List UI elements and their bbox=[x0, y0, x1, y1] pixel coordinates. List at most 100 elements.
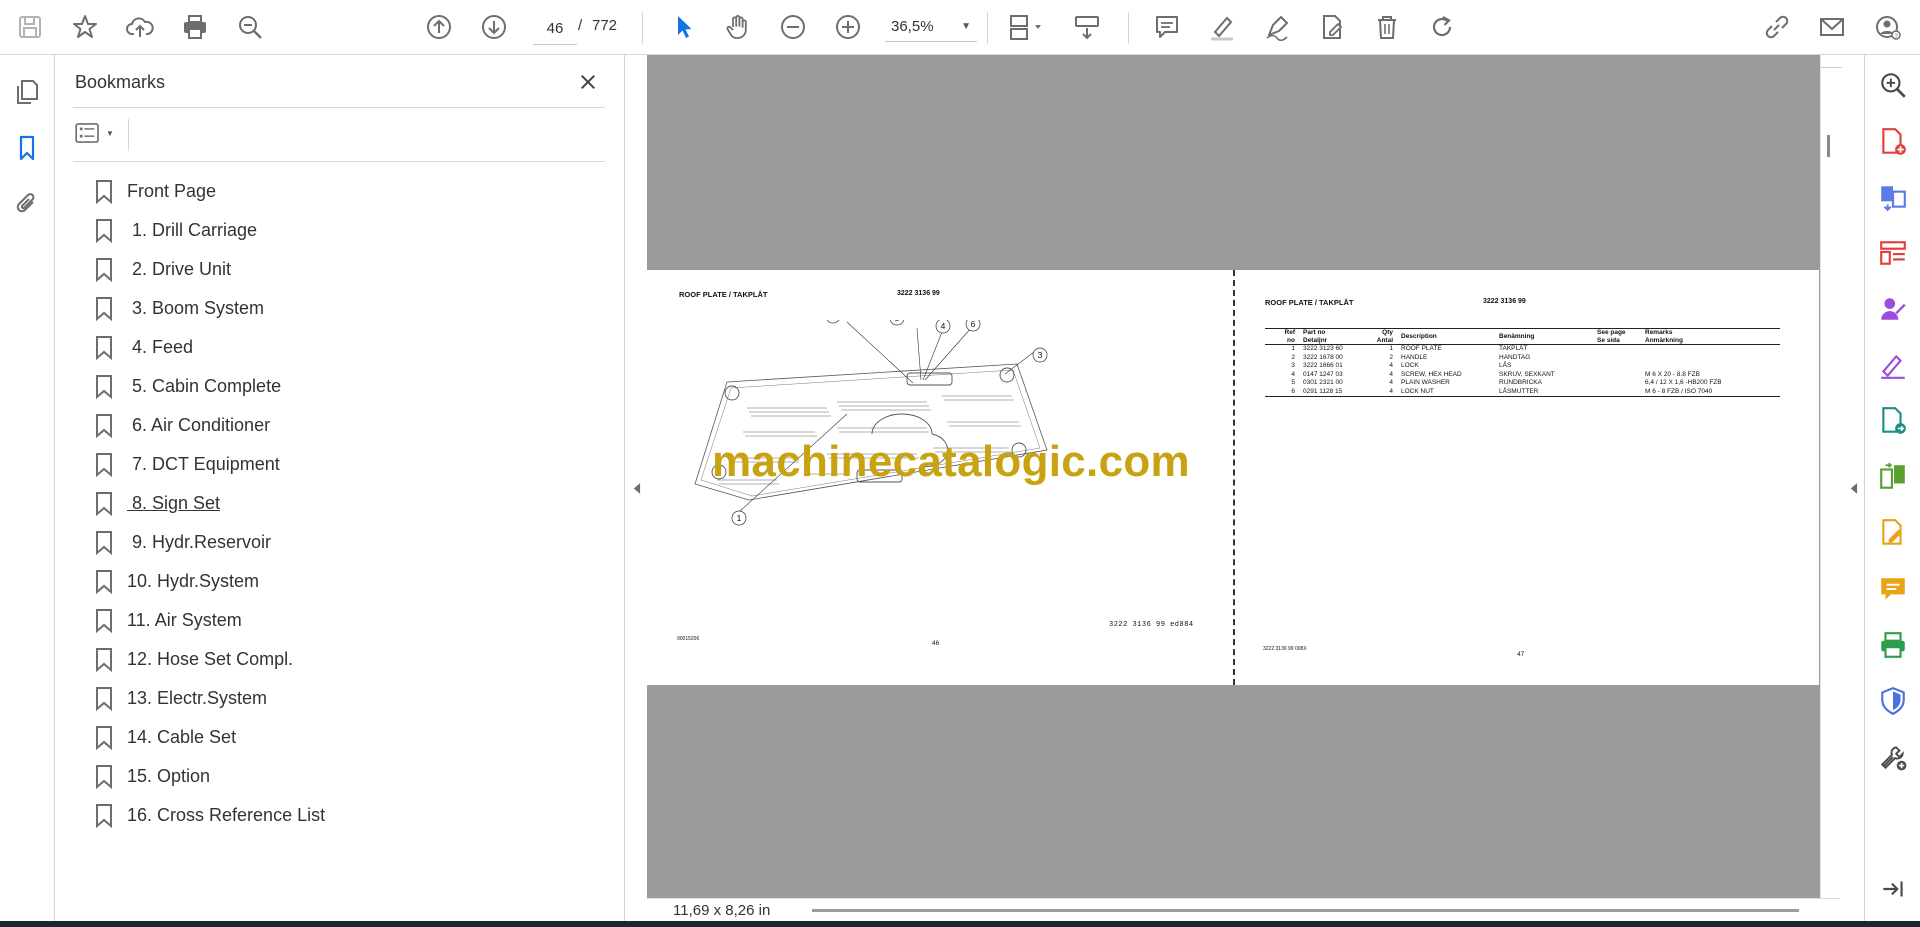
collapse-right-panel-icon[interactable] bbox=[1842, 470, 1864, 506]
more-tools-icon[interactable] bbox=[1877, 741, 1909, 773]
collapse-left-panel-icon[interactable] bbox=[625, 470, 647, 506]
bookmark-item[interactable]: 8. Sign Set bbox=[95, 484, 595, 523]
previous-page-icon[interactable] bbox=[420, 8, 458, 46]
bookmark-item[interactable]: 14. Cable Set bbox=[95, 718, 595, 757]
column-header-label: See page bbox=[1597, 329, 1626, 336]
protect-shield-icon[interactable] bbox=[1877, 685, 1909, 717]
zoom-out-icon[interactable] bbox=[774, 8, 812, 46]
account-icon[interactable]: ? bbox=[1869, 8, 1907, 46]
bookmark-item[interactable]: 2. Drive Unit bbox=[95, 250, 595, 289]
table-cell: 1 bbox=[1291, 345, 1295, 352]
table-cell: SKRUV, SEXKANT bbox=[1499, 370, 1555, 378]
scrollbar-thumb[interactable] bbox=[1827, 135, 1830, 157]
table-cell: TAKPLÅT bbox=[1499, 345, 1528, 352]
rotate-icon[interactable] bbox=[1423, 8, 1461, 46]
page-footer-code: 3222 3136 99 008X bbox=[1263, 646, 1307, 652]
fill-sign-icon[interactable] bbox=[1877, 349, 1909, 381]
attachments-paperclip-icon[interactable] bbox=[11, 188, 43, 220]
zoom-value: 36,5% bbox=[891, 18, 934, 35]
cloud-upload-icon[interactable] bbox=[121, 8, 159, 46]
close-icon[interactable] bbox=[575, 69, 601, 95]
bookmarks-panel-icon[interactable] bbox=[11, 132, 43, 164]
request-signatures-icon[interactable] bbox=[1877, 293, 1909, 325]
bookmark-label: Front Page bbox=[127, 181, 217, 201]
vertical-scrollbar[interactable] bbox=[1820, 55, 1842, 898]
bookmark-label: 11. Air System bbox=[127, 610, 242, 630]
bookmark-item[interactable]: 3. Boom System bbox=[95, 289, 595, 328]
page-thumbnails-icon[interactable] bbox=[11, 76, 43, 108]
bookmark-item[interactable]: 13. Electr.System bbox=[95, 679, 595, 718]
delete-trash-icon[interactable] bbox=[1368, 8, 1406, 46]
page-number: 46 bbox=[932, 640, 940, 647]
share-link-icon[interactable] bbox=[1757, 8, 1795, 46]
next-page-icon[interactable] bbox=[475, 8, 513, 46]
page-footer-code: 90015206 bbox=[677, 636, 700, 642]
comment-icon[interactable] bbox=[1148, 8, 1186, 46]
bookmark-label: 12. Hose Set Compl. bbox=[127, 649, 294, 669]
bookmark-item[interactable]: 1. Drill Carriage bbox=[95, 211, 595, 250]
zoom-search-icon[interactable] bbox=[1877, 69, 1909, 101]
email-icon[interactable] bbox=[1813, 8, 1851, 46]
horizontal-scrollbar[interactable] bbox=[812, 909, 1799, 912]
column-header-label: Part no bbox=[1303, 329, 1326, 336]
table-cell: 2 bbox=[1291, 353, 1295, 361]
bookmark-item[interactable]: 9. Hydr.Reservoir bbox=[95, 523, 595, 562]
bookmark-item[interactable]: 12. Hose Set Compl. bbox=[95, 640, 595, 679]
highlight-pen-icon[interactable] bbox=[1203, 8, 1241, 46]
table-cell: LÅS bbox=[1499, 362, 1512, 369]
zoom-search-icon[interactable] bbox=[231, 8, 269, 46]
draw-pen-icon[interactable] bbox=[1258, 8, 1296, 46]
bookmark-item[interactable]: 16. Cross Reference List bbox=[95, 796, 595, 835]
status-bar: 11,69 x 8,26 in bbox=[647, 898, 1840, 921]
compare-files-icon[interactable] bbox=[1877, 461, 1909, 493]
page-part-number: 3222 3136 99 bbox=[897, 290, 940, 297]
table-cell: 3222 1666 01 bbox=[1303, 362, 1343, 369]
bookmark-icon bbox=[96, 608, 112, 633]
bookmark-item[interactable]: 11. Air System bbox=[95, 601, 595, 640]
bookmark-item[interactable]: 6. Air Conditioner bbox=[95, 406, 595, 445]
table-cell: 4 bbox=[1291, 370, 1295, 378]
table-cell: ROOF PLATE bbox=[1401, 345, 1442, 352]
star-icon[interactable] bbox=[66, 8, 104, 46]
table-cell bbox=[1641, 354, 1780, 363]
zoom-dropdown[interactable]: 36,5% ▼ bbox=[885, 12, 977, 42]
page-separator: / bbox=[578, 17, 583, 34]
table-cell: 0301 2321 00 bbox=[1303, 379, 1343, 386]
print-production-icon[interactable] bbox=[1877, 629, 1909, 661]
table-cell: 2 bbox=[1389, 353, 1393, 361]
page-number-input[interactable] bbox=[533, 12, 577, 45]
hand-tool-icon[interactable] bbox=[719, 8, 757, 46]
export-pdf-icon[interactable] bbox=[1877, 405, 1909, 437]
comment-icon[interactable] bbox=[1877, 573, 1909, 605]
edit-pdf-icon[interactable] bbox=[1313, 8, 1351, 46]
collapse-tools-panel-icon[interactable] bbox=[1877, 873, 1909, 905]
table-header-row: Ref no Part no Detaljnr Qty Antal Descripti… bbox=[1265, 328, 1780, 345]
column-header: Benämning bbox=[1495, 328, 1593, 345]
table-cell: 6 bbox=[1291, 387, 1295, 395]
column-header: See page Se sida bbox=[1593, 328, 1641, 345]
table-row: 4 0147 1247 03 4 SCREW, HEX HEAD SKRUV, SEXK… bbox=[1265, 371, 1780, 380]
edit-pdf-icon[interactable] bbox=[1877, 517, 1909, 549]
zoom-in-icon[interactable] bbox=[829, 8, 867, 46]
save-icon[interactable] bbox=[11, 8, 49, 46]
bookmark-item[interactable]: 4. Feed bbox=[95, 328, 595, 367]
callout-1: 1 bbox=[737, 513, 742, 523]
table-cell: 3 bbox=[1291, 362, 1295, 369]
bookmark-item[interactable]: 15. Option bbox=[95, 757, 595, 796]
table-cell bbox=[1593, 379, 1641, 388]
organize-pages-icon[interactable] bbox=[1877, 237, 1909, 269]
combine-files-icon[interactable] bbox=[1877, 181, 1909, 213]
bookmark-item[interactable]: 7. DCT Equipment bbox=[95, 445, 595, 484]
bookmark-options-button[interactable]: ▼ bbox=[75, 119, 119, 147]
scroll-mode-icon[interactable] bbox=[1068, 8, 1106, 46]
page-fit-icon[interactable] bbox=[1000, 8, 1050, 46]
select-cursor-icon[interactable] bbox=[665, 8, 703, 46]
bookmark-item[interactable]: 5. Cabin Complete bbox=[95, 367, 595, 406]
create-pdf-icon[interactable] bbox=[1877, 126, 1909, 158]
column-header-label: Remarks bbox=[1645, 329, 1673, 336]
column-header: Remarks Anmärkning bbox=[1641, 328, 1780, 345]
print-icon[interactable] bbox=[176, 8, 214, 46]
table-cell bbox=[1593, 354, 1641, 363]
bookmark-item[interactable]: 10. Hydr.System bbox=[95, 562, 595, 601]
bookmark-item[interactable]: Front Page bbox=[95, 172, 595, 211]
